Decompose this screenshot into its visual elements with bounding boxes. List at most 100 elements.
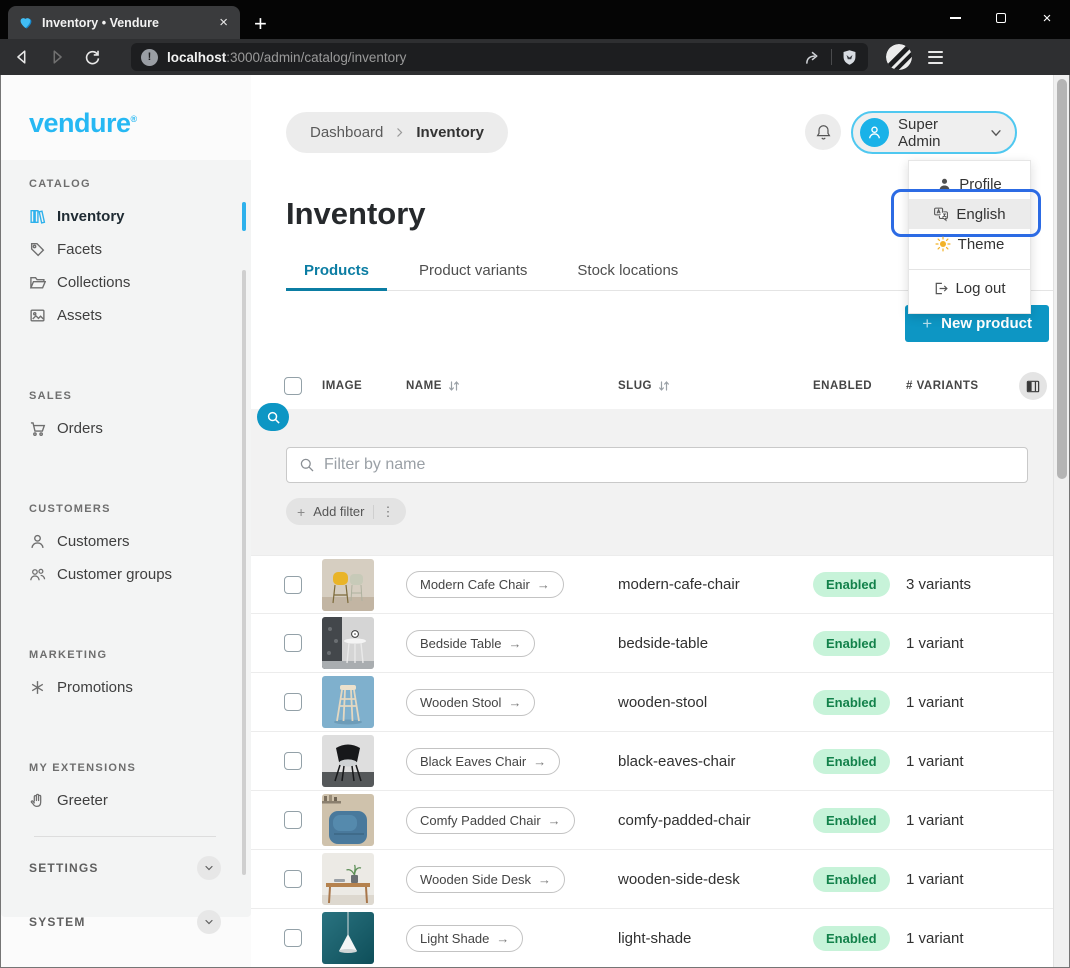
notifications-button[interactable] xyxy=(805,114,841,150)
browser-tab[interactable]: Inventory • Vendure × xyxy=(8,6,240,39)
sidebar-item-customers[interactable]: Customers xyxy=(1,525,251,558)
url-bar[interactable]: ! localhost:3000/admin/catalog/inventory xyxy=(131,43,868,71)
minimize-button[interactable] xyxy=(932,0,978,37)
tab-close-icon[interactable]: × xyxy=(217,15,230,30)
menu-item-profile[interactable]: Profile xyxy=(909,169,1030,199)
sidebar-section-settings[interactable]: SETTINGS xyxy=(1,845,251,891)
product-thumbnail[interactable] xyxy=(322,559,374,611)
tab-product-variants[interactable]: Product variants xyxy=(401,262,545,290)
add-filter-button[interactable]: + Add filter ⋮ xyxy=(286,498,406,525)
sun-icon xyxy=(935,236,951,252)
browser-window: Inventory • Vendure × + × ! localhost:30… xyxy=(0,0,1070,968)
browser-menu-button[interactable] xyxy=(928,51,943,64)
row-checkbox[interactable] xyxy=(284,693,302,711)
sidebar-item-label: Inventory xyxy=(57,208,125,225)
page-scrollbar[interactable] xyxy=(1053,75,1069,967)
toggle-search-button[interactable] xyxy=(257,403,289,431)
folder-icon xyxy=(29,274,46,291)
product-thumbnail[interactable] xyxy=(322,912,374,964)
variant-count: 1 variant xyxy=(906,635,1019,652)
product-name-chip[interactable]: Comfy Padded Chair→ xyxy=(406,807,575,834)
select-all-checkbox[interactable] xyxy=(284,377,302,395)
vendure-logo[interactable]: vendure® xyxy=(1,75,251,160)
menu-item-theme[interactable]: Theme xyxy=(909,229,1030,259)
url-host: localhost xyxy=(167,50,226,65)
library-icon xyxy=(29,208,46,225)
logout-icon xyxy=(933,281,948,296)
sidebar-item-assets[interactable]: Assets xyxy=(1,299,251,332)
product-thumbnail[interactable] xyxy=(322,617,374,669)
sidebar-divider xyxy=(34,836,216,837)
forward-button[interactable] xyxy=(44,44,70,70)
product-thumbnail[interactable] xyxy=(322,794,374,846)
sidebar-item-collections[interactable]: Collections xyxy=(1,266,251,299)
breadcrumb-inventory[interactable]: Inventory xyxy=(416,124,484,141)
site-info-icon[interactable]: ! xyxy=(141,49,158,66)
tab-products[interactable]: Products xyxy=(286,262,387,290)
page-scrollbar-thumb[interactable] xyxy=(1057,79,1067,479)
share-icon[interactable] xyxy=(803,48,822,67)
reload-button[interactable] xyxy=(79,44,105,70)
settings-expand-button[interactable] xyxy=(197,856,221,880)
row-checkbox[interactable] xyxy=(284,752,302,770)
product-thumbnail[interactable] xyxy=(322,735,374,787)
arrow-right-icon: → xyxy=(508,695,521,710)
browser-toolbar: ! localhost:3000/admin/catalog/inventory xyxy=(0,39,1070,75)
sidebar-item-orders[interactable]: Orders xyxy=(1,412,251,445)
maximize-button[interactable] xyxy=(978,0,1024,37)
window-close-button[interactable]: × xyxy=(1024,0,1070,37)
user-menu-button[interactable]: Super Admin xyxy=(851,111,1017,154)
status-badge: Enabled xyxy=(813,690,890,715)
system-expand-button[interactable] xyxy=(197,910,221,934)
menu-item-logout[interactable]: Log out xyxy=(909,273,1030,303)
sidebar-item-inventory[interactable]: Inventory xyxy=(1,200,251,233)
tab-stock-locations[interactable]: Stock locations xyxy=(559,262,696,290)
column-header-name[interactable]: NAME xyxy=(406,380,618,392)
sidebar-section-system[interactable]: SYSTEM xyxy=(1,899,251,945)
breadcrumb-dashboard[interactable]: Dashboard xyxy=(310,124,383,141)
menu-item-label: Theme xyxy=(958,236,1005,253)
table-row: Modern Cafe Chair→ modern-cafe-chair Ena… xyxy=(251,555,1053,614)
row-checkbox[interactable] xyxy=(284,811,302,829)
menu-item-language[interactable]: English xyxy=(909,199,1030,229)
asterisk-icon xyxy=(29,679,46,696)
product-name-chip[interactable]: Wooden Stool→ xyxy=(406,689,535,716)
row-checkbox[interactable] xyxy=(284,929,302,947)
row-checkbox[interactable] xyxy=(284,870,302,888)
user-dropdown-menu: Profile English Theme Log out xyxy=(908,160,1031,314)
column-header-slug[interactable]: SLUG xyxy=(618,380,813,392)
product-name-chip[interactable]: Light Shade→ xyxy=(406,925,523,952)
product-name-chip[interactable]: Black Eaves Chair→ xyxy=(406,748,560,775)
product-thumbnail[interactable] xyxy=(322,853,374,905)
cart-icon xyxy=(29,420,46,437)
sidebar-item-greeter[interactable]: Greeter xyxy=(1,784,251,817)
sidebar-item-label: Assets xyxy=(57,307,102,324)
product-name-chip[interactable]: Modern Cafe Chair→ xyxy=(406,571,564,598)
new-tab-button[interactable]: + xyxy=(254,13,267,35)
filter-input[interactable] xyxy=(324,456,1015,474)
sidebar-scrollbar-thumb[interactable] xyxy=(242,270,246,875)
variant-count: 1 variant xyxy=(906,930,1019,947)
product-slug: light-shade xyxy=(618,930,813,947)
status-badge: Enabled xyxy=(813,631,890,656)
nav-section-customers: CUSTOMERS xyxy=(29,503,251,515)
product-thumbnail[interactable] xyxy=(322,676,374,728)
kebab-menu-icon[interactable]: ⋮ xyxy=(382,504,395,520)
column-header-enabled: ENABLED xyxy=(813,380,906,392)
sidebar-item-promotions[interactable]: Promotions xyxy=(1,671,251,704)
nav-section-catalog: CATALOG xyxy=(29,178,251,190)
sidebar-item-customer-groups[interactable]: Customer groups xyxy=(1,558,251,591)
row-checkbox[interactable] xyxy=(284,576,302,594)
brave-shield-icon[interactable] xyxy=(841,48,858,67)
nav-section-marketing: MARKETING xyxy=(29,649,251,661)
sidebar-item-facets[interactable]: Facets xyxy=(1,233,251,266)
column-settings-button[interactable] xyxy=(1019,372,1047,400)
back-button[interactable] xyxy=(9,44,35,70)
product-slug: comfy-padded-chair xyxy=(618,812,813,829)
product-name-chip[interactable]: Bedside Table→ xyxy=(406,630,535,657)
product-name-chip[interactable]: Wooden Side Desk→ xyxy=(406,866,565,893)
browser-profile-avatar[interactable] xyxy=(886,44,912,70)
row-checkbox[interactable] xyxy=(284,634,302,652)
user-name: Super Admin xyxy=(898,116,980,150)
bell-icon xyxy=(814,123,833,142)
